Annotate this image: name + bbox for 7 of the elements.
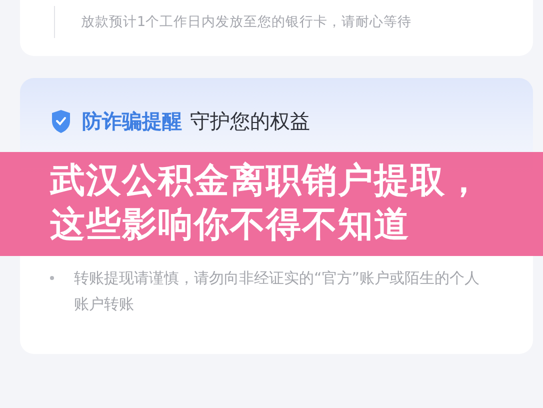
bullet-icon <box>50 276 54 280</box>
notice-text: 放款预计1个工作日内发放至您的银行卡，请耐心等待 <box>81 13 412 31</box>
tip-text: 转账提现请谨慎，请勿向非经证实的“官方”账户或陌生的个人账户转账 <box>74 268 481 315</box>
safety-title: 守护您的权益 <box>190 108 310 135</box>
safety-title-highlight: 防诈骗提醒 <box>82 108 182 135</box>
shield-icon <box>50 109 72 134</box>
headline: 武汉公积金离职销户提取，这些影响你不得不知道 <box>50 160 483 247</box>
